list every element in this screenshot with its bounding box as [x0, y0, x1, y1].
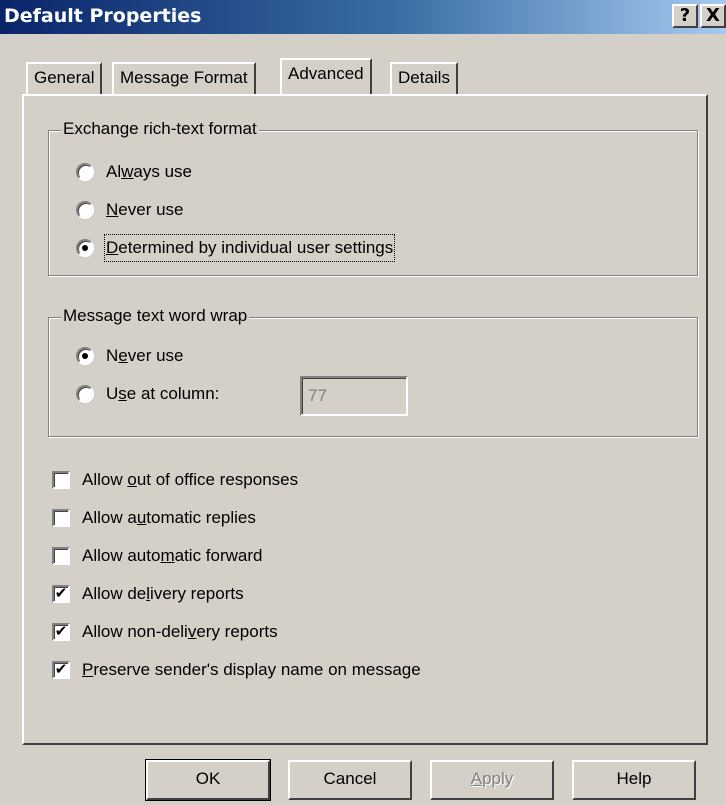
checkbox[interactable]	[52, 471, 70, 489]
close-icon[interactable]: X	[700, 4, 726, 28]
checkbox[interactable]	[52, 547, 70, 565]
tab-details[interactable]: Details	[390, 62, 458, 94]
help-icon[interactable]: ?	[672, 4, 698, 28]
radio-button[interactable]	[76, 239, 94, 257]
radio-button[interactable]	[76, 163, 94, 181]
radio-use-at-column-label: Use at column:	[106, 384, 220, 403]
apply-button[interactable]: Apply	[430, 760, 554, 800]
tab-general[interactable]: General	[26, 62, 103, 94]
checkbox-preserve-display-name-label: Preserve sender's display name on messag…	[82, 660, 421, 679]
checkbox-automatic-forward-label: Allow automatic forward	[82, 546, 263, 565]
checkbox-non-delivery-reports-label: Allow non-delivery reports	[82, 622, 278, 641]
help-button[interactable]: Help	[572, 760, 696, 800]
checkbox[interactable]	[52, 509, 70, 527]
checkbox-delivery-reports-label: Allow delivery reports	[82, 584, 244, 603]
window-title: Default Properties	[4, 5, 202, 27]
tab-advanced[interactable]: Advanced	[280, 58, 372, 94]
radio-never-use-label: Never use	[106, 200, 184, 219]
cancel-button[interactable]: Cancel	[288, 760, 412, 800]
radio-button[interactable]	[76, 385, 94, 403]
column-width-input[interactable]: 77	[300, 376, 408, 416]
checkmark-icon[interactable]: ✔	[52, 623, 70, 641]
checkmark-icon[interactable]: ✔	[52, 661, 70, 679]
radio-button[interactable]	[76, 201, 94, 219]
checkmark-icon[interactable]: ✔	[52, 585, 70, 603]
checkbox-automatic-replies-label: Allow automatic replies	[82, 508, 256, 527]
radio-button[interactable]	[76, 347, 94, 365]
checkbox-out-of-office-label: Allow out of office responses	[82, 470, 299, 489]
radio-wrap-never-use-label: Never use	[106, 346, 184, 365]
ok-button[interactable]: OK	[145, 759, 271, 801]
word-wrap-legend: Message text word wrap	[61, 306, 250, 326]
radio-determined-by-user-label: Determined by individual user settings	[103, 234, 396, 262]
title-bar[interactable]: Default Properties ? X	[0, 0, 726, 34]
tab-message-format[interactable]: Message Format	[112, 62, 256, 94]
rich-text-format-legend: Exchange rich-text format	[61, 119, 259, 139]
radio-always-use-label: Always use	[106, 162, 192, 181]
